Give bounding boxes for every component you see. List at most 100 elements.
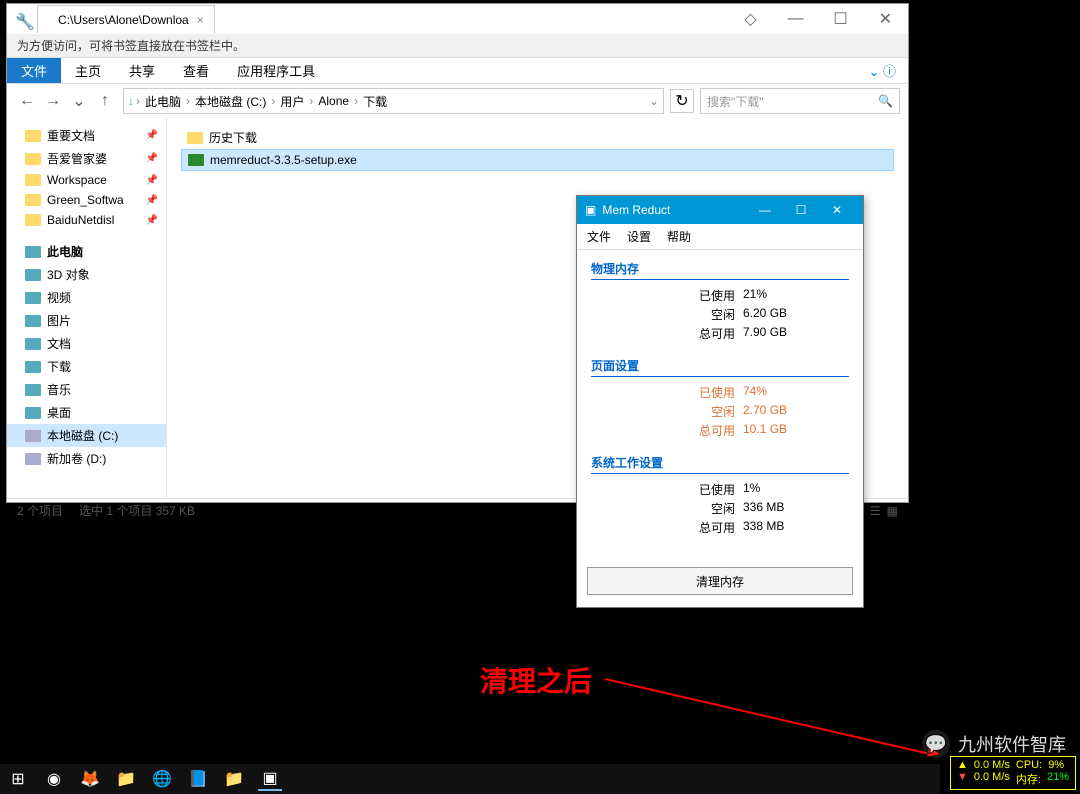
crumb[interactable]: 用户 — [277, 93, 307, 110]
sidebar-thispc[interactable]: 此电脑 — [7, 240, 166, 263]
picture-icon — [25, 315, 41, 327]
annotation-arrow-line — [605, 678, 927, 754]
minimize-button[interactable]: — — [747, 196, 783, 224]
wechat-icon: 💬 — [922, 730, 950, 758]
view-large-icon[interactable]: ▦ — [887, 504, 898, 518]
taskbar-app[interactable]: ◉ — [42, 767, 66, 791]
sidebar-item-drive-c[interactable]: 本地磁盘 (C:) — [7, 424, 166, 447]
clean-memory-button[interactable]: 清理内存 — [587, 567, 853, 595]
annotation-text: 清理之后 — [480, 660, 592, 700]
refresh-button[interactable]: ↻ — [670, 89, 694, 113]
search-icon: 🔍 — [878, 94, 893, 108]
sidebar-item[interactable]: 重要文档📌 — [7, 124, 166, 147]
memreduct-window: ▣ Mem Reduct — ☐ ✕ 文件 设置 帮助 物理内存 已使用21% … — [576, 195, 864, 608]
user-icon[interactable]: ◇ — [728, 5, 773, 33]
sidebar-item[interactable]: 下载 — [7, 355, 166, 378]
folder-icon — [25, 153, 41, 165]
list-item-folder[interactable]: 历史下载 — [181, 126, 894, 149]
video-icon — [25, 292, 41, 304]
pin-icon: 📌 — [146, 130, 158, 141]
taskbar-app[interactable]: 📁 — [222, 767, 246, 791]
bookmark-banner: 为方便访问，可将书签直接放在书签栏中。 — [7, 34, 908, 58]
folder-icon — [25, 174, 41, 186]
ribbon-tabs: 文件 主页 共享 查看 应用程序工具 ⌄ ⓘ — [7, 58, 908, 84]
forward-button[interactable]: → — [41, 89, 65, 113]
group-title: 物理内存 — [591, 260, 849, 280]
3d-icon — [25, 269, 41, 281]
crumb[interactable]: Alone — [315, 94, 352, 108]
sidebar-item[interactable]: BaiduNetdisl📌 — [7, 210, 166, 230]
menu-file[interactable]: 文件 — [587, 228, 611, 245]
arrow-icon: ↓ — [128, 94, 134, 108]
sidebar-item[interactable]: 吾爱管家婆📌 — [7, 147, 166, 170]
close-button[interactable]: ✕ — [863, 5, 908, 33]
window-title: Mem Reduct — [602, 203, 670, 217]
tab-file[interactable]: 文件 — [7, 58, 61, 83]
close-tab-icon[interactable]: × — [197, 13, 204, 27]
taskbar-memreduct[interactable]: ▣ — [258, 767, 282, 791]
memreduct-menu: 文件 设置 帮助 — [577, 224, 863, 250]
start-button[interactable]: ⊞ — [6, 767, 30, 791]
crumb[interactable]: 下载 — [360, 93, 390, 110]
drive-icon — [25, 453, 41, 465]
menu-help[interactable]: 帮助 — [667, 228, 691, 245]
group-title: 页面设置 — [591, 357, 849, 377]
folder-icon — [25, 194, 41, 206]
group-pagefile: 页面设置 已使用74% 空闲2.70 GB 总可用10.1 GB — [591, 357, 849, 440]
sidebar-item[interactable]: Green_Softwa📌 — [7, 190, 166, 210]
sidebar-item[interactable]: 音乐 — [7, 378, 166, 401]
folder-icon — [25, 214, 41, 226]
maximize-button[interactable]: ☐ — [818, 5, 863, 33]
download-icon — [25, 361, 41, 373]
minimize-button[interactable]: — — [773, 5, 818, 33]
folder-icon — [187, 132, 203, 144]
tab-share[interactable]: 共享 — [115, 58, 169, 83]
memreduct-titlebar[interactable]: ▣ Mem Reduct — ☐ ✕ — [577, 196, 863, 224]
document-icon — [25, 338, 41, 350]
breadcrumb[interactable]: ↓ › 此电脑› 本地磁盘 (C:)› 用户› Alone› 下载 ⌄ — [123, 88, 664, 114]
crumb[interactable]: 此电脑 — [142, 93, 184, 110]
taskbar-word[interactable]: 📘 — [186, 767, 210, 791]
tab-title: C:\Users\Alone\Downloa — [58, 13, 189, 27]
crumb[interactable]: 本地磁盘 (C:) — [192, 93, 269, 110]
sidebar: 重要文档📌 吾爱管家婆📌 Workspace📌 Green_Softwa📌 Ba… — [7, 118, 167, 498]
help-icon[interactable]: ⌄ ⓘ — [856, 58, 908, 83]
list-item-exe[interactable]: memreduct-3.3.5-setup.exe — [181, 149, 894, 171]
item-count: 2 个项目 — [17, 502, 63, 519]
dropdown-history[interactable]: ⌄ — [67, 89, 91, 113]
tab-view[interactable]: 查看 — [169, 58, 223, 83]
up-button[interactable]: ↑ — [93, 89, 117, 113]
taskbar-edge[interactable]: 🌐 — [150, 767, 174, 791]
sidebar-item[interactable]: 图片 — [7, 309, 166, 332]
app-icon: ▣ — [585, 203, 596, 217]
search-input[interactable]: 搜索"下载" 🔍 — [700, 88, 900, 114]
sidebar-item[interactable]: 文档 — [7, 332, 166, 355]
music-icon — [25, 384, 41, 396]
tab-home[interactable]: 主页 — [61, 58, 115, 83]
wrench-icon: 🔧 — [15, 12, 35, 32]
drive-icon — [25, 430, 41, 442]
sidebar-item[interactable]: Workspace📌 — [7, 170, 166, 190]
close-button[interactable]: ✕ — [819, 196, 855, 224]
taskbar: ⊞ ◉ 🦊 📁 🌐 📘 📁 ▣ — [0, 764, 940, 794]
pc-icon — [25, 246, 41, 258]
chevron-down-icon[interactable]: ⌄ — [649, 94, 659, 108]
sidebar-item[interactable]: 桌面 — [7, 401, 166, 424]
desktop-icon — [25, 407, 41, 419]
browser-tab[interactable]: C:\Users\Alone\Downloa × — [37, 5, 215, 33]
view-details-icon[interactable]: ☰ — [870, 504, 881, 518]
taskbar-explorer[interactable]: 📁 — [114, 767, 138, 791]
pin-icon: 📌 — [146, 175, 158, 186]
selection-info: 选中 1 个项目 357 KB — [79, 502, 195, 519]
sidebar-item[interactable]: 视频 — [7, 286, 166, 309]
address-bar-row: ← → ⌄ ↑ ↓ › 此电脑› 本地磁盘 (C:)› 用户› Alone› 下… — [7, 84, 908, 118]
titlebar: C:\Users\Alone\Downloa × ◇ — ☐ ✕ — [7, 4, 908, 34]
tab-apptools[interactable]: 应用程序工具 — [223, 58, 329, 83]
maximize-button[interactable]: ☐ — [783, 196, 819, 224]
sidebar-item[interactable]: 3D 对象 — [7, 263, 166, 286]
taskbar-app[interactable]: 🦊 — [78, 767, 102, 791]
menu-settings[interactable]: 设置 — [627, 228, 651, 245]
sidebar-item-drive-d[interactable]: 新加卷 (D:) — [7, 447, 166, 470]
pin-icon: 📌 — [146, 215, 158, 226]
back-button[interactable]: ← — [15, 89, 39, 113]
